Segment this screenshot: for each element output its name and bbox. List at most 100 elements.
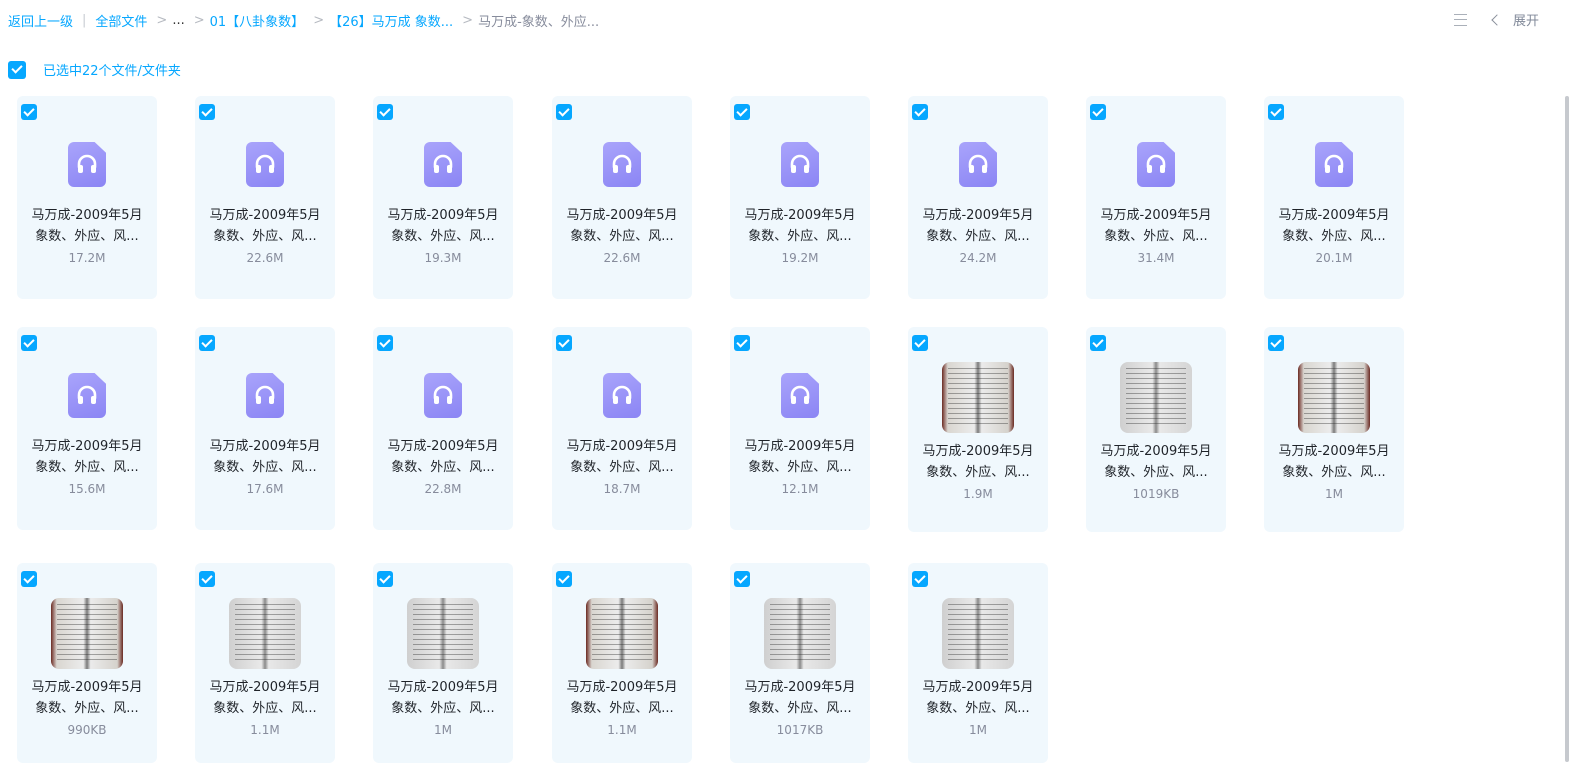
file-checkbox[interactable] xyxy=(21,335,37,351)
file-size: 1017KB xyxy=(776,723,824,737)
file-name-line1: 马万成-2009年5月 xyxy=(209,439,321,454)
file-checkbox[interactable] xyxy=(377,104,393,120)
file-checkbox[interactable] xyxy=(912,104,928,120)
file-card[interactable]: 马万成-2009年5月 象数、外应、风... 31.4M xyxy=(1086,96,1226,299)
file-name-line2: 象数、外应、风... xyxy=(1282,229,1386,244)
file-card[interactable]: 马万成-2009年5月 象数、外应、风... 990KB xyxy=(17,563,157,763)
file-checkbox[interactable] xyxy=(556,104,572,120)
view-tools: 展开 xyxy=(1453,10,1539,29)
file-card[interactable]: 马万成-2009年5月 象数、外应、风... 1017KB xyxy=(730,563,870,763)
breadcrumb-ellipsis[interactable]: ... xyxy=(172,13,184,28)
file-checkbox[interactable] xyxy=(912,335,928,351)
file-card[interactable]: 马万成-2009年5月 象数、外应、风... 1M xyxy=(908,563,1048,763)
scrollbar[interactable] xyxy=(1565,96,1569,762)
chevron-left-icon xyxy=(1491,13,1503,26)
file-name-line1: 马万成-2009年5月 xyxy=(1100,208,1212,223)
file-card[interactable]: 马万成-2009年5月 象数、外应、风... 20.1M xyxy=(1264,96,1404,299)
file-card[interactable]: 马万成-2009年5月 象数、外应、风... 17.2M xyxy=(17,96,157,299)
file-size: 24.2M xyxy=(959,251,997,265)
file-card[interactable]: 马万成-2009年5月 象数、外应、风... 1.9M xyxy=(908,327,1048,532)
image-thumbnail xyxy=(1298,362,1370,433)
file-card[interactable]: 马万成-2009年5月 象数、外应、风... 22.6M xyxy=(195,96,335,299)
audio-file-icon xyxy=(1137,142,1175,187)
file-checkbox[interactable] xyxy=(556,335,572,351)
chevron-right-icon: > xyxy=(156,13,168,28)
file-name-line1: 马万成-2009年5月 xyxy=(209,208,321,223)
file-checkbox[interactable] xyxy=(1090,104,1106,120)
file-size: 1M xyxy=(969,723,987,737)
image-thumbnail xyxy=(1120,362,1192,433)
file-card[interactable]: 马万成-2009年5月 象数、外应、风... 18.7M xyxy=(552,327,692,530)
file-checkbox[interactable] xyxy=(21,571,37,587)
file-name-line2: 象数、外应、风... xyxy=(35,460,139,475)
file-name-line2: 象数、外应、风... xyxy=(570,460,674,475)
file-checkbox[interactable] xyxy=(1268,335,1284,351)
file-name-line1: 马万成-2009年5月 xyxy=(922,208,1034,223)
list-view-icon[interactable] xyxy=(1453,13,1467,27)
breadcrumb-current: 马万成-象数、外应... xyxy=(478,15,600,30)
file-name-line1: 马万成-2009年5月 xyxy=(744,208,856,223)
file-name-line1: 马万成-2009年5月 xyxy=(922,680,1034,695)
file-name-line2: 象数、外应、风... xyxy=(1104,465,1208,480)
audio-file-icon xyxy=(781,373,819,418)
file-name-line2: 象数、外应、风... xyxy=(926,465,1030,480)
file-card[interactable]: 马万成-2009年5月 象数、外应、风... 1M xyxy=(373,563,513,763)
file-size: 1.1M xyxy=(250,723,280,737)
file-checkbox[interactable] xyxy=(912,571,928,587)
file-checkbox[interactable] xyxy=(1268,104,1284,120)
file-size: 990KB xyxy=(67,723,107,737)
audio-file-icon xyxy=(68,373,106,418)
file-card[interactable]: 马万成-2009年5月 象数、外应、风... 1.1M xyxy=(195,563,335,763)
file-size: 22.6M xyxy=(603,251,641,265)
file-size: 1M xyxy=(434,723,452,737)
file-card[interactable]: 马万成-2009年5月 象数、外应、风... 19.2M xyxy=(730,96,870,299)
file-card[interactable]: 马万成-2009年5月 象数、外应、风... 24.2M xyxy=(908,96,1048,299)
breadcrumb-level2[interactable]: 【26】马万成 象数... xyxy=(329,11,453,30)
file-checkbox[interactable] xyxy=(199,335,215,351)
file-checkbox[interactable] xyxy=(21,104,37,120)
file-name-line2: 象数、外应、风... xyxy=(213,701,317,716)
file-size: 22.8M xyxy=(424,482,462,496)
file-card[interactable]: 马万成-2009年5月 象数、外应、风... 19.3M xyxy=(373,96,513,299)
file-size: 17.2M xyxy=(68,251,106,265)
select-all-checkbox[interactable] xyxy=(8,60,26,79)
file-card[interactable]: 马万成-2009年5月 象数、外应、风... 17.6M xyxy=(195,327,335,530)
file-checkbox[interactable] xyxy=(199,104,215,120)
breadcrumb-all-files[interactable]: 全部文件 xyxy=(95,11,147,30)
file-name-line2: 象数、外应、风... xyxy=(748,701,852,716)
file-name-line2: 象数、外应、风... xyxy=(35,229,139,244)
file-card[interactable]: 马万成-2009年5月 象数、外应、风... 1M xyxy=(1264,327,1404,532)
breadcrumb-level1[interactable]: 01【八卦象数】 xyxy=(210,11,305,30)
file-name-line1: 马万成-2009年5月 xyxy=(1278,208,1390,223)
expand-button[interactable]: 展开 xyxy=(1491,10,1539,29)
file-checkbox[interactable] xyxy=(734,335,750,351)
file-card[interactable]: 马万成-2009年5月 象数、外应、风... 1019KB xyxy=(1086,327,1226,532)
file-card[interactable]: 马万成-2009年5月 象数、外应、风... 12.1M xyxy=(730,327,870,530)
file-name-line1: 马万成-2009年5月 xyxy=(1278,444,1390,459)
file-name-line1: 马万成-2009年5月 xyxy=(744,680,856,695)
audio-file-icon xyxy=(959,142,997,187)
file-card[interactable]: 马万成-2009年5月 象数、外应、风... 22.8M xyxy=(373,327,513,530)
audio-file-icon xyxy=(603,142,641,187)
file-checkbox[interactable] xyxy=(377,335,393,351)
file-name-line2: 象数、外应、风... xyxy=(1104,229,1208,244)
file-checkbox[interactable] xyxy=(556,571,572,587)
file-checkbox[interactable] xyxy=(734,104,750,120)
audio-file-icon xyxy=(781,142,819,187)
image-thumbnail xyxy=(229,598,301,669)
file-name-line1: 马万成-2009年5月 xyxy=(31,680,143,695)
file-checkbox[interactable] xyxy=(734,571,750,587)
file-name-line2: 象数、外应、风... xyxy=(391,701,495,716)
image-thumbnail xyxy=(942,362,1014,433)
file-checkbox[interactable] xyxy=(199,571,215,587)
file-card[interactable]: 马万成-2009年5月 象数、外应、风... 22.6M xyxy=(552,96,692,299)
file-card[interactable]: 马万成-2009年5月 象数、外应、风... 1.1M xyxy=(552,563,692,763)
image-thumbnail xyxy=(51,598,123,669)
back-link[interactable]: 返回上一级 xyxy=(8,11,73,30)
expand-label: 展开 xyxy=(1512,14,1539,29)
file-checkbox[interactable] xyxy=(1090,335,1106,351)
file-checkbox[interactable] xyxy=(377,571,393,587)
file-name-line1: 马万成-2009年5月 xyxy=(922,444,1034,459)
file-card[interactable]: 马万成-2009年5月 象数、外应、风... 15.6M xyxy=(17,327,157,530)
file-name-line1: 马万成-2009年5月 xyxy=(744,439,856,454)
